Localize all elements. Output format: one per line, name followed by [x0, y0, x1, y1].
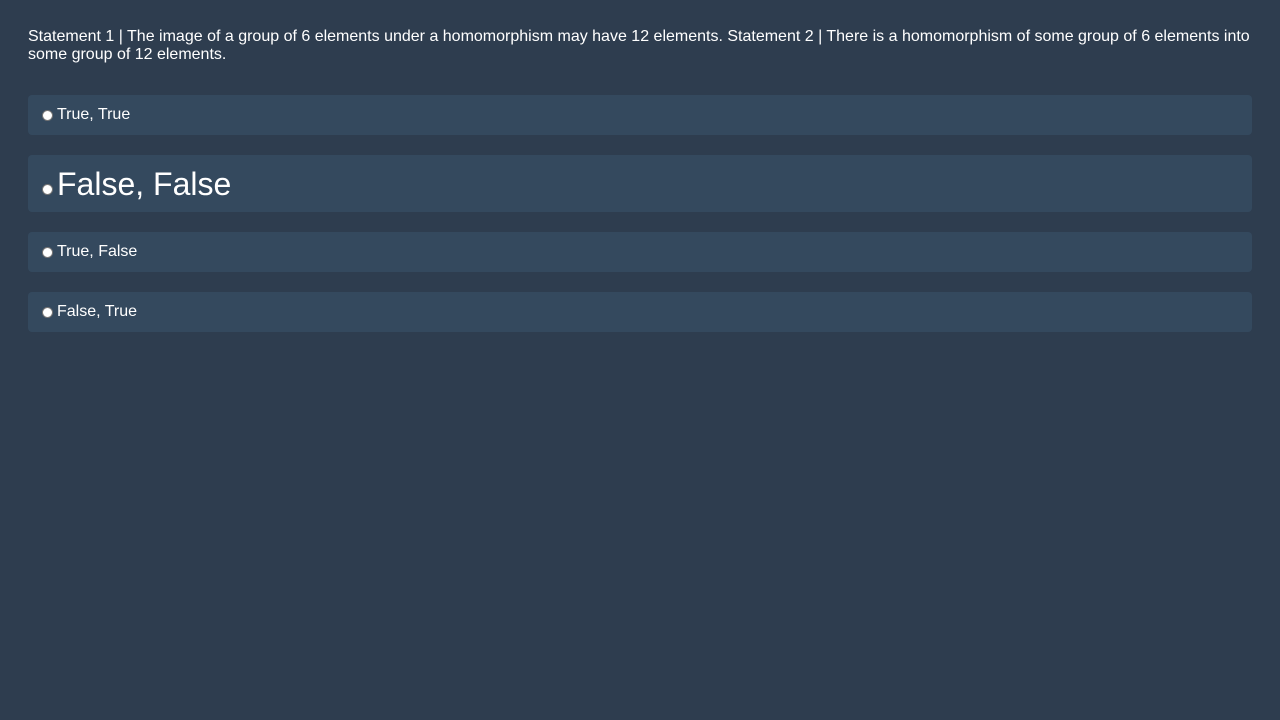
quiz-page: Statement 1 | The image of a group of 6 …	[0, 0, 1280, 720]
radio-button[interactable]	[42, 246, 53, 258]
option-true-true[interactable]: True, True	[28, 95, 1252, 135]
option-label: True, True	[57, 106, 131, 123]
radio-button[interactable]	[42, 306, 53, 318]
option-true-false[interactable]: True, False	[28, 232, 1252, 272]
question-text: Statement 1 | The image of a group of 6 …	[28, 28, 1250, 63]
option-label: True, False	[57, 243, 138, 260]
option-label: False, True	[57, 303, 138, 320]
option-label: False, False	[57, 165, 232, 202]
radio-button[interactable]	[42, 184, 53, 195]
radio-button[interactable]	[42, 109, 53, 121]
option-false-false[interactable]: False, False	[28, 155, 1252, 212]
option-false-true[interactable]: False, True	[28, 292, 1252, 332]
answer-options: True, True False, False True, False Fals…	[28, 95, 1252, 332]
